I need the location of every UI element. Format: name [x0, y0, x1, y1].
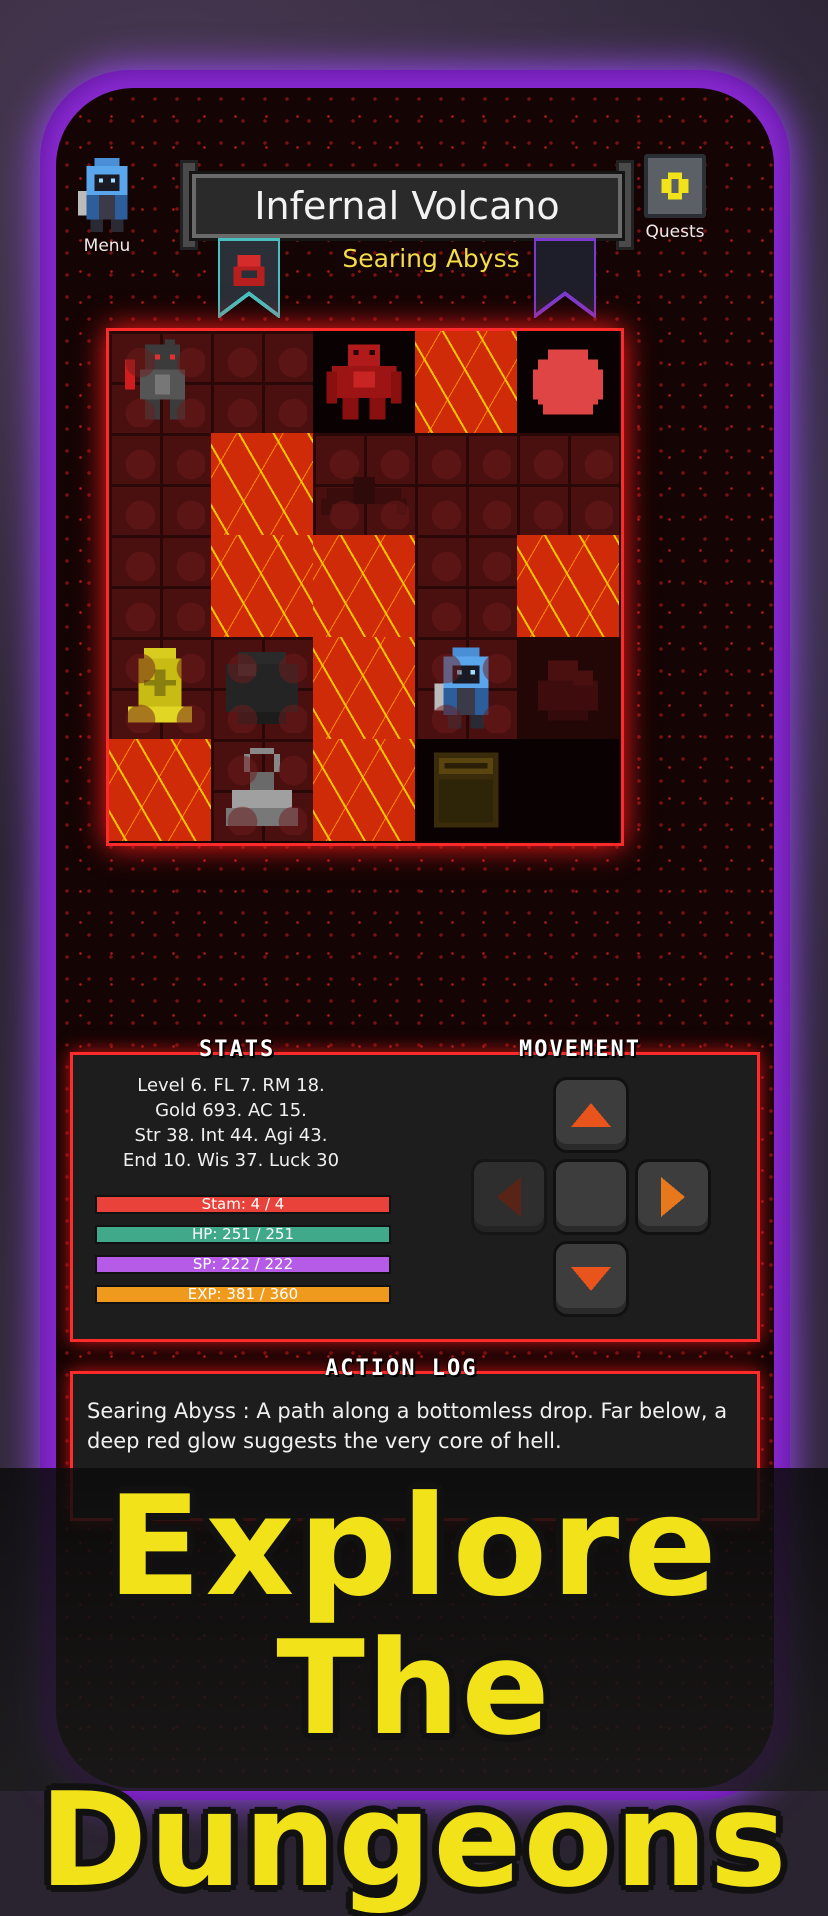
- dungeon-map: [106, 328, 624, 846]
- stat-line: Str 38. Int 44. Agi 43.: [134, 1125, 328, 1146]
- hooded-hero-icon: [78, 158, 128, 232]
- map-tile[interactable]: [109, 739, 211, 841]
- arrow-left-icon: [497, 1177, 521, 1217]
- move-down-button[interactable]: [553, 1241, 629, 1317]
- stat-line: Gold 693. AC 15.: [155, 1100, 307, 1121]
- bat-enemy-icon: [321, 477, 407, 516]
- move-right-button[interactable]: [635, 1159, 711, 1235]
- map-tile[interactable]: [517, 535, 619, 637]
- stat-line: End 10. Wis 37. Luck 30: [122, 1150, 340, 1171]
- stat-lines: Level 6. FL 7. RM 18. Gold 693. AC 15. S…: [101, 1073, 361, 1173]
- shrine-icon: [128, 648, 192, 723]
- chest-icon: [433, 752, 499, 828]
- rubble-icon: [538, 660, 598, 721]
- arrow-right-icon: [661, 1177, 685, 1217]
- map-tile[interactable]: [211, 535, 313, 637]
- movement-heading: MOVEMENT: [519, 1037, 641, 1062]
- map-tile[interactable]: [313, 739, 415, 841]
- fire-golem-enemy-icon: [326, 344, 402, 420]
- menu-label: Menu: [83, 236, 131, 256]
- map-tile[interactable]: [109, 637, 211, 739]
- action-log-text: Searing Abyss : A path along a bottomles…: [87, 1399, 728, 1453]
- map-tile[interactable]: [517, 637, 619, 739]
- map-tile[interactable]: [211, 739, 313, 841]
- map-tile[interactable]: [313, 535, 415, 637]
- map-tile[interactable]: [415, 331, 517, 433]
- move-up-button[interactable]: [553, 1077, 629, 1153]
- stat-line: Level 6. FL 7. RM 18.: [137, 1075, 325, 1096]
- boulder-icon: [226, 652, 298, 724]
- map-tile[interactable]: [415, 739, 517, 841]
- map-tile[interactable]: [109, 433, 211, 535]
- map-tile[interactable]: [415, 637, 517, 739]
- menu-button[interactable]: Menu: [74, 158, 140, 256]
- dark-knight-enemy-icon: [125, 339, 185, 420]
- exp-bar: EXP: 381 / 360: [95, 1285, 391, 1304]
- fire-banner-icon: [218, 238, 280, 318]
- move-left-button[interactable]: [471, 1159, 547, 1235]
- map-tile[interactable]: [517, 739, 619, 841]
- quest-book-icon: [644, 154, 706, 218]
- map-tile[interactable]: [415, 535, 517, 637]
- arrow-down-icon: [571, 1267, 611, 1291]
- move-center-button[interactable]: [553, 1159, 629, 1235]
- map-tile[interactable]: [517, 331, 619, 433]
- quests-label: Quests: [645, 222, 705, 242]
- sp-bar: SP: 222 / 222: [95, 1255, 391, 1274]
- map-tile[interactable]: [211, 331, 313, 433]
- map-tile[interactable]: [313, 637, 415, 739]
- stats-heading: STATS: [199, 1037, 276, 1062]
- stamina-bar: Stam: 4 / 4: [95, 1195, 391, 1214]
- map-tile[interactable]: [415, 433, 517, 535]
- quests-button[interactable]: Quests: [644, 154, 706, 242]
- location-title: Infernal Volcano: [192, 174, 622, 238]
- arrow-up-icon: [571, 1103, 611, 1127]
- stats-panel: STATS MOVEMENT Level 6. FL 7. RM 18. Gol…: [70, 1037, 760, 1342]
- promo-headline-line2: The Dungeons: [39, 1612, 789, 1916]
- area-name: Searing Abyss: [342, 244, 520, 273]
- lava-slime-enemy-icon: [533, 349, 603, 415]
- map-tile[interactable]: [313, 433, 415, 535]
- map-tile[interactable]: [517, 433, 619, 535]
- player-hero-icon: [434, 647, 489, 729]
- promo-headline-line1: Explore: [107, 1466, 721, 1627]
- anvil-icon: [226, 748, 298, 826]
- hp-bar: HP: 251 / 251: [95, 1225, 391, 1244]
- map-tile[interactable]: [109, 535, 211, 637]
- map-tile[interactable]: [211, 637, 313, 739]
- map-tile[interactable]: [313, 331, 415, 433]
- action-log-heading: ACTION LOG: [325, 1356, 478, 1381]
- map-tile[interactable]: [109, 331, 211, 433]
- map-tile[interactable]: [211, 433, 313, 535]
